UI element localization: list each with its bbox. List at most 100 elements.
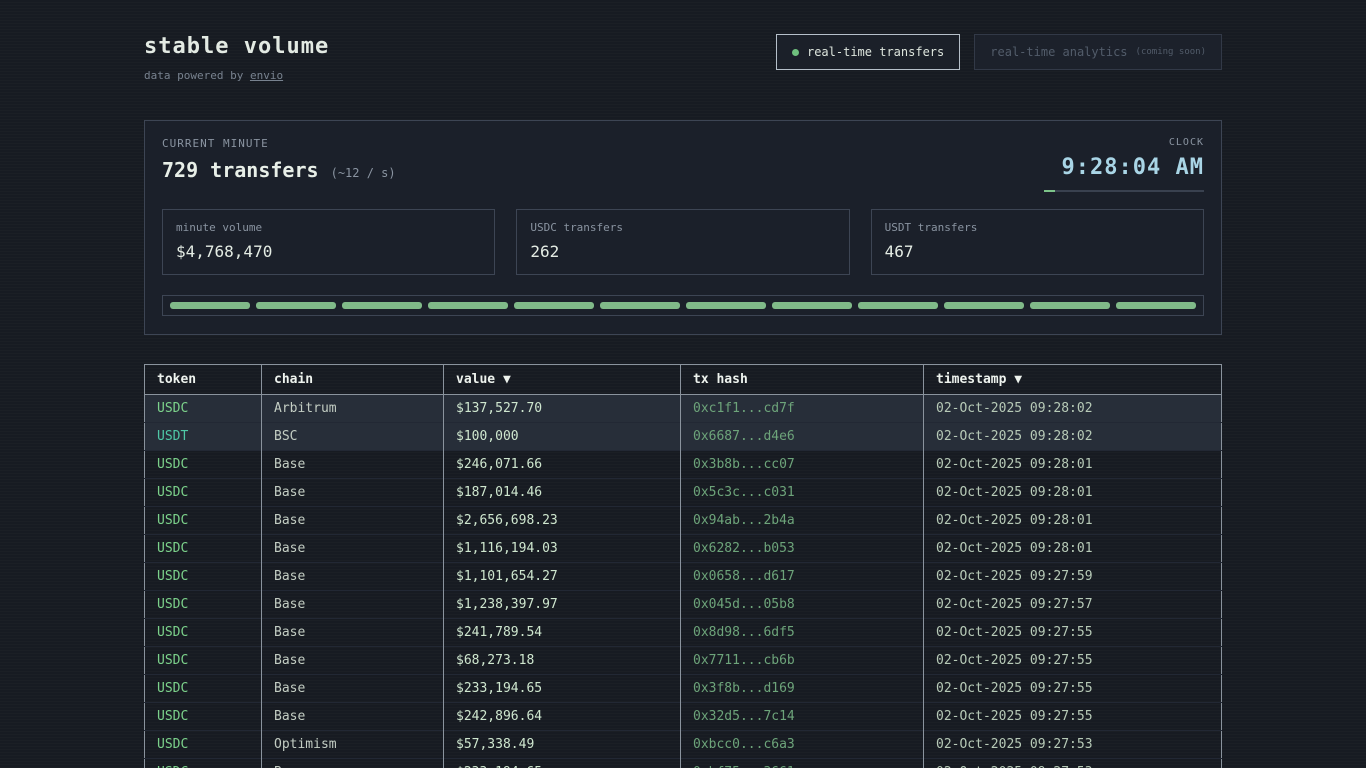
cell-value: $241,789.54: [444, 619, 681, 647]
cell-timestamp: 02-Oct-2025 09:27:55: [924, 703, 1222, 731]
cell-tx-hash[interactable]: 0xbf75...3661: [681, 759, 924, 768]
cell-timestamp: 02-Oct-2025 09:27:53: [924, 759, 1222, 768]
table-row: USDCBase$68,273.180x7711...cb6b02-Oct-20…: [145, 647, 1222, 675]
cell-chain: Base: [262, 759, 444, 768]
cell-tx-hash[interactable]: 0xbcc0...c6a3: [681, 731, 924, 759]
cell-token: USDC: [145, 647, 262, 675]
activity-segment: [600, 302, 680, 309]
transfers-table: tokenchainvalue ▼tx hashtimestamp ▼ USDC…: [144, 364, 1222, 768]
transfers-summary: CURRENT MINUTE 729 transfers (~12 / s): [162, 137, 396, 182]
clock-block: CLOCK 9:28:04 AM: [1044, 137, 1204, 192]
column-header-value[interactable]: value ▼: [444, 365, 681, 395]
cell-value: $233,194.65: [444, 675, 681, 703]
cell-chain: Base: [262, 703, 444, 731]
panel-top-row: CURRENT MINUTE 729 transfers (~12 / s) C…: [162, 137, 1204, 192]
cell-timestamp: 02-Oct-2025 09:28:01: [924, 451, 1222, 479]
cell-token: USDC: [145, 563, 262, 591]
cell-value: $242,896.64: [444, 703, 681, 731]
cell-value: $137,527.70: [444, 395, 681, 423]
cell-tx-hash[interactable]: 0x3f8b...d169: [681, 675, 924, 703]
cell-tx-hash[interactable]: 0x3b8b...cc07: [681, 451, 924, 479]
cell-value: $1,116,194.03: [444, 535, 681, 563]
tab-realtime-transfers[interactable]: real-time transfers: [776, 34, 960, 70]
cell-token: USDC: [145, 507, 262, 535]
cell-tx-hash[interactable]: 0x6282...b053: [681, 535, 924, 563]
cell-value: $1,101,654.27: [444, 563, 681, 591]
current-minute-panel: CURRENT MINUTE 729 transfers (~12 / s) C…: [144, 120, 1222, 335]
tab-realtime-analytics: real-time analytics (coming soon): [974, 34, 1222, 70]
view-tabs: real-time transfers real-time analytics …: [776, 34, 1222, 70]
cell-chain: Base: [262, 619, 444, 647]
cell-value: $2,656,698.23: [444, 507, 681, 535]
activity-segment: [514, 302, 594, 309]
activity-segment: [1030, 302, 1110, 309]
table-row: USDCBase$242,896.640x32d5...7c1402-Oct-2…: [145, 703, 1222, 731]
table-row: USDCBase$1,238,397.970x045d...05b802-Oct…: [145, 591, 1222, 619]
cell-token: USDC: [145, 479, 262, 507]
transfers-rate: (~12 / s): [331, 166, 396, 180]
cell-chain: Base: [262, 479, 444, 507]
tab-analytics-label: real-time analytics: [990, 45, 1127, 59]
page-header: stable volume data powered by envio real…: [144, 34, 1222, 82]
table-row: USDCBase$233,194.650x3f8b...d16902-Oct-2…: [145, 675, 1222, 703]
cell-timestamp: 02-Oct-2025 09:28:02: [924, 395, 1222, 423]
cell-timestamp: 02-Oct-2025 09:28:01: [924, 507, 1222, 535]
stat-card-usdc-transfers: USDC transfers 262: [516, 209, 849, 275]
cell-timestamp: 02-Oct-2025 09:27:55: [924, 619, 1222, 647]
table-row: USDCBase$1,101,654.270x0658...d61702-Oct…: [145, 563, 1222, 591]
cell-token: USDC: [145, 619, 262, 647]
coming-soon-badge: (coming soon): [1136, 47, 1206, 57]
cell-tx-hash[interactable]: 0x8d98...6df5: [681, 619, 924, 647]
cell-tx-hash[interactable]: 0x94ab...2b4a: [681, 507, 924, 535]
stat-cards: minute volume $4,768,470 USDC transfers …: [162, 209, 1204, 275]
stat-card-value: 262: [530, 242, 835, 261]
tab-transfers-label: real-time transfers: [807, 45, 944, 59]
cell-value: $100,000: [444, 423, 681, 451]
cell-token: USDC: [145, 395, 262, 423]
cell-tx-hash[interactable]: 0x32d5...7c14: [681, 703, 924, 731]
cell-tx-hash[interactable]: 0x5c3c...c031: [681, 479, 924, 507]
cell-chain: BSC: [262, 423, 444, 451]
table-row: USDCBase$241,789.540x8d98...6df502-Oct-2…: [145, 619, 1222, 647]
column-header-tx-hash[interactable]: tx hash: [681, 365, 924, 395]
cell-timestamp: 02-Oct-2025 09:27:55: [924, 647, 1222, 675]
cell-tx-hash[interactable]: 0xc1f1...cd7f: [681, 395, 924, 423]
cell-token: USDC: [145, 675, 262, 703]
stat-card-label: minute volume: [176, 221, 481, 234]
cell-timestamp: 02-Oct-2025 09:28:02: [924, 423, 1222, 451]
activity-segment: [772, 302, 852, 309]
cell-token: USDC: [145, 535, 262, 563]
cell-chain: Optimism: [262, 731, 444, 759]
stat-card-label: USDT transfers: [885, 221, 1190, 234]
cell-tx-hash[interactable]: 0x045d...05b8: [681, 591, 924, 619]
current-minute-label: CURRENT MINUTE: [162, 137, 396, 150]
column-header-timestamp[interactable]: timestamp ▼: [924, 365, 1222, 395]
table-row: USDCBase$187,014.460x5c3c...c03102-Oct-2…: [145, 479, 1222, 507]
cell-value: $57,338.49: [444, 731, 681, 759]
table-row: USDCBase$1,116,194.030x6282...b05302-Oct…: [145, 535, 1222, 563]
column-header-token[interactable]: token: [145, 365, 262, 395]
table-row: USDCBase$2,656,698.230x94ab...2b4a02-Oct…: [145, 507, 1222, 535]
cell-chain: Base: [262, 507, 444, 535]
cell-tx-hash[interactable]: 0x7711...cb6b: [681, 647, 924, 675]
table-head: tokenchainvalue ▼tx hashtimestamp ▼: [145, 365, 1222, 395]
cell-chain: Base: [262, 563, 444, 591]
cell-timestamp: 02-Oct-2025 09:27:57: [924, 591, 1222, 619]
cell-token: USDC: [145, 591, 262, 619]
cell-tx-hash[interactable]: 0x0658...d617: [681, 563, 924, 591]
cell-timestamp: 02-Oct-2025 09:28:01: [924, 535, 1222, 563]
activity-segment: [428, 302, 508, 309]
activity-segment: [944, 302, 1024, 309]
cell-value: $1,238,397.97: [444, 591, 681, 619]
transfers-count-value: 729 transfers: [162, 158, 319, 182]
brand-block: stable volume data powered by envio: [144, 34, 329, 82]
column-header-chain[interactable]: chain: [262, 365, 444, 395]
powered-by-text: data powered by: [144, 69, 250, 82]
envio-link[interactable]: envio: [250, 69, 283, 82]
activity-segment: [256, 302, 336, 309]
live-indicator-icon: [792, 49, 799, 56]
cell-tx-hash[interactable]: 0x6687...d4e6: [681, 423, 924, 451]
cell-chain: Base: [262, 591, 444, 619]
table-header-row: tokenchainvalue ▼tx hashtimestamp ▼: [145, 365, 1222, 395]
table-row: USDCOptimism$57,338.490xbcc0...c6a302-Oc…: [145, 731, 1222, 759]
